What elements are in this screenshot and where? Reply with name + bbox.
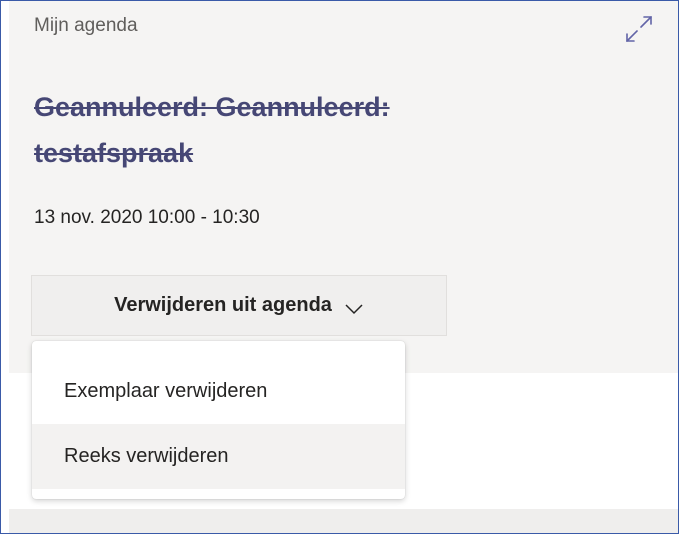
bottom-divider [9,509,678,533]
delete-from-calendar-button[interactable]: Verwijderen uit agenda [31,275,447,336]
calendar-event-panel: Mijn agenda Geannuleerd: Geannuleerd: te… [0,0,679,534]
event-datetime: 13 nov. 2020 10:00 - 10:30 [34,207,260,228]
event-title: Geannuleerd: Geannuleerd: testafspraak [34,92,390,168]
menu-item-label: Reeks verwijderen [64,445,229,467]
chevron-down-icon [344,299,364,314]
menu-item-label: Exemplaar verwijderen [64,380,268,402]
panel-header-label: Mijn agenda [34,15,138,36]
menu-item-delete-series[interactable]: Reeks verwijderen [32,424,405,489]
menu-item-delete-occurrence[interactable]: Exemplaar verwijderen [32,359,405,424]
delete-options-menu: Exemplaar verwijderen Reeks verwijderen [32,341,405,499]
expand-icon[interactable] [621,11,657,47]
delete-button-label: Verwijderen uit agenda [114,294,332,316]
